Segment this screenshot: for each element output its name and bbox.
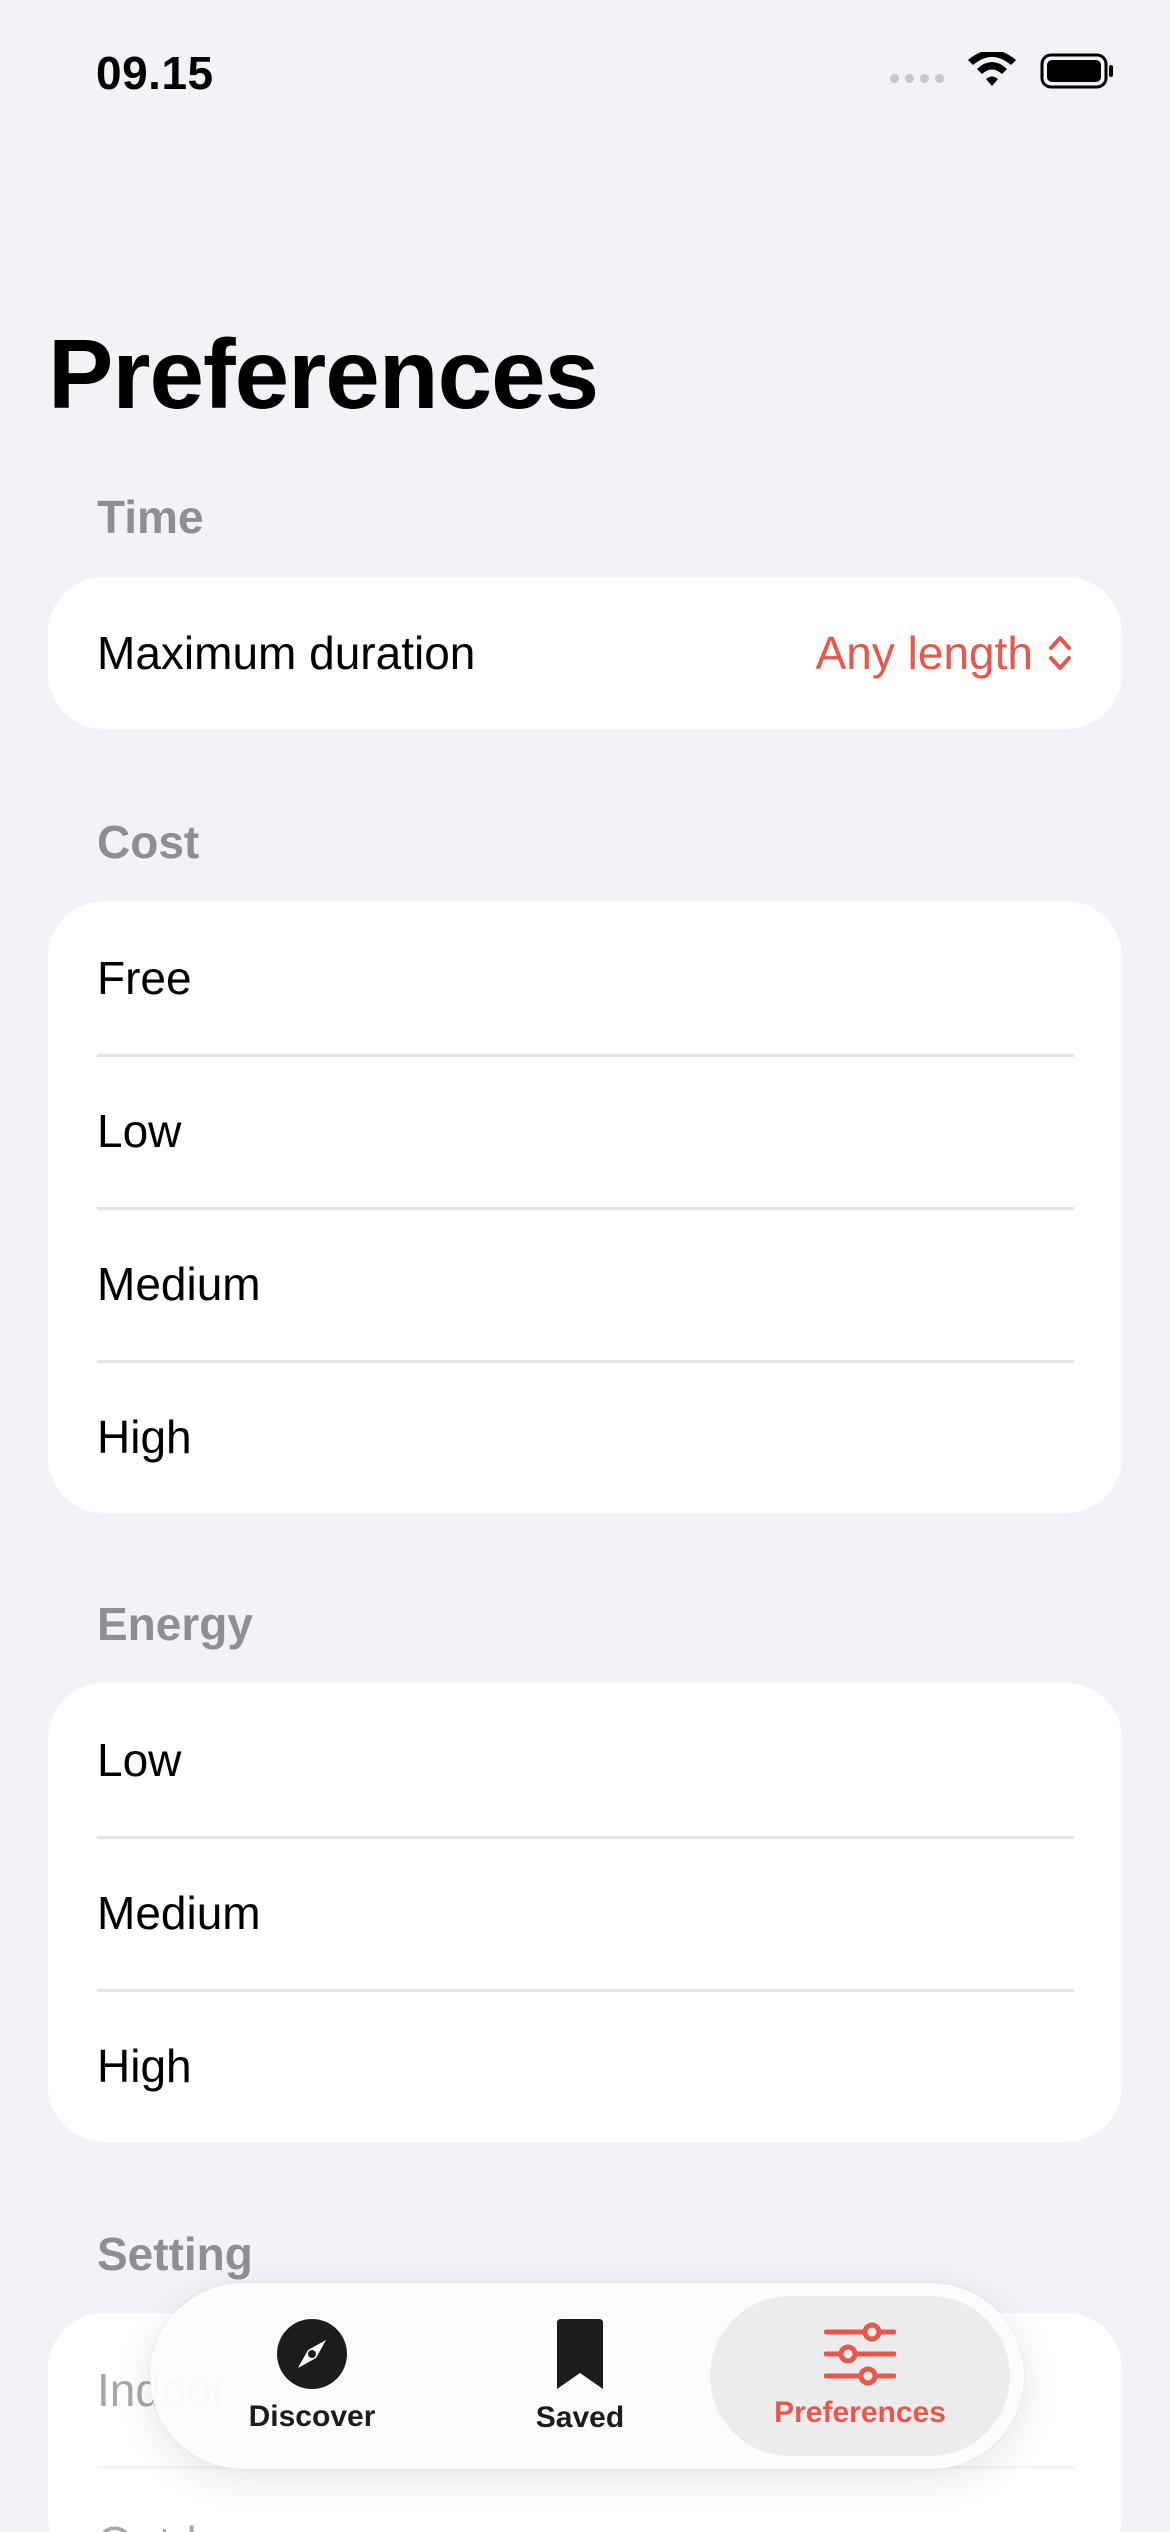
- tab-preferences[interactable]: Preferences: [710, 2296, 1010, 2456]
- tab-label: Discover: [248, 2400, 376, 2433]
- page-title: Preferences: [48, 319, 599, 429]
- maximum-duration-label: Maximum duration: [97, 627, 476, 679]
- energy-option-medium[interactable]: Medium: [48, 1836, 1122, 1989]
- cost-option-label: Free: [97, 951, 192, 1004]
- cost-option-medium[interactable]: Medium: [48, 1207, 1122, 1360]
- energy-option-label: High: [97, 2039, 192, 2092]
- status-time: 09.15: [96, 47, 214, 99]
- wifi-icon: [968, 52, 1016, 86]
- section-header-setting: Setting: [97, 2228, 253, 2280]
- cost-option-low[interactable]: Low: [48, 1054, 1122, 1207]
- status-icons: [890, 52, 1116, 90]
- energy-card: Low Medium High: [48, 1683, 1122, 2142]
- time-card: Maximum duration Any length: [48, 577, 1122, 729]
- chevron-up-down-icon: [1049, 636, 1071, 670]
- maximum-duration-value: Any length: [815, 627, 1033, 679]
- tab-bar: Discover Saved Preferences: [150, 2283, 1024, 2469]
- cellular-signal-icon: [890, 73, 944, 83]
- tab-saved[interactable]: Saved: [462, 2296, 698, 2456]
- maximum-duration-picker[interactable]: Any length: [816, 626, 1073, 680]
- energy-option-label: Medium: [97, 1886, 261, 1939]
- screen: 09.15 Preferences Time Maximum duration …: [0, 0, 1170, 2532]
- tab-label: Saved: [535, 2401, 625, 2434]
- section-header-cost: Cost: [97, 816, 200, 868]
- cost-option-free[interactable]: Free: [48, 901, 1122, 1054]
- section-header-energy: Energy: [97, 1598, 253, 1650]
- bookmark-icon: [557, 2319, 603, 2389]
- energy-option-high[interactable]: High: [48, 1989, 1122, 2142]
- cost-option-high[interactable]: High: [48, 1360, 1122, 1513]
- section-header-time: Time: [97, 491, 204, 543]
- cost-option-label: Medium: [97, 1257, 261, 1310]
- cost-option-label: High: [97, 1410, 192, 1463]
- battery-icon: [1040, 53, 1113, 89]
- cost-option-label: Low: [97, 1104, 182, 1157]
- status-bar: 09.15: [0, 0, 1170, 150]
- compass-icon: [277, 2319, 347, 2389]
- cost-card: Free Low Medium High: [48, 901, 1122, 1513]
- energy-option-label: Low: [97, 1733, 182, 1786]
- setting-option-label: Outdoor: [97, 2516, 263, 2532]
- tab-discover[interactable]: Discover: [162, 2296, 462, 2456]
- sliders-icon: [824, 2322, 896, 2386]
- setting-option-outdoor[interactable]: Outdoor: [48, 2466, 1122, 2532]
- energy-option-low[interactable]: Low: [48, 1683, 1122, 1836]
- tab-label: Preferences: [774, 2396, 946, 2429]
- maximum-duration-row[interactable]: Maximum duration Any length: [48, 577, 1122, 729]
